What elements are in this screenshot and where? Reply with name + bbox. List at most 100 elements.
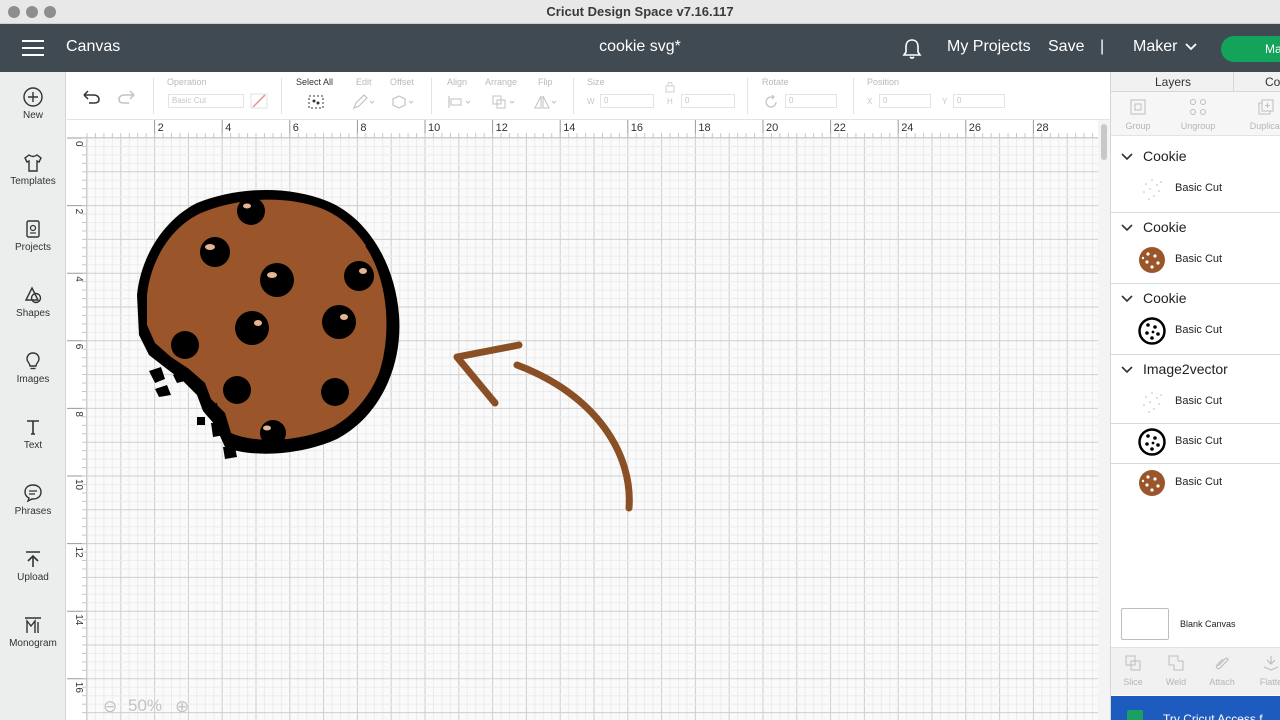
arrow-image[interactable] [447, 335, 647, 520]
layer-group-name: Image2vector [1143, 361, 1228, 377]
window-title-bar: Cricut Design Space v7.16.117 [0, 0, 1280, 24]
my-projects-link[interactable]: My Projects [947, 38, 1031, 56]
ruler-label: 8 [360, 122, 366, 134]
layer-group-cookie-3[interactable]: Cookie [1111, 284, 1280, 314]
operation-label: Operation [167, 77, 207, 87]
project-name: cookie svg* [599, 38, 681, 55]
sidebar-item-projects[interactable]: Projects [0, 208, 66, 268]
sidebar-item-phrases[interactable]: Phrases [0, 472, 66, 532]
operation-select[interactable]: Basic Cut [168, 94, 244, 108]
layer-operation: Basic Cut [1175, 253, 1223, 265]
edit-pencil-icon[interactable] [352, 94, 376, 110]
layer-row[interactable]: Basic Cut [1111, 382, 1280, 422]
cricut-access-banner[interactable]: Try Cricut Access f [1111, 696, 1280, 720]
layer-row[interactable]: Basic Cut [1111, 463, 1280, 503]
layer-row[interactable]: Basic Cut [1111, 311, 1280, 351]
notification-bell-icon[interactable] [902, 38, 922, 60]
sidebar-item-new[interactable]: New [0, 76, 66, 136]
undo-icon[interactable] [81, 87, 101, 105]
access-badge-icon [1127, 710, 1143, 720]
slice-icon [1125, 655, 1141, 671]
sidebar-item-monogram[interactable]: Monogram [0, 604, 66, 664]
rotate-icon[interactable] [763, 94, 779, 110]
sidebar-item-templates[interactable]: Templates [0, 142, 66, 202]
x-position-input[interactable]: 0 [879, 94, 931, 108]
blank-canvas-swatch[interactable] [1121, 608, 1169, 640]
zoom-in-icon[interactable]: ⊕ [175, 697, 189, 717]
vertical-ruler: 0 2 4 6 8 10 12 14 16 [67, 138, 87, 720]
sidebar-item-label: Monogram [9, 638, 57, 649]
scrollbar-thumb[interactable] [1101, 124, 1107, 160]
make-it-button[interactable]: Ma [1221, 36, 1280, 62]
tab-color-sync[interactable]: Co [1265, 75, 1280, 89]
canvas-scrollbar[interactable] [1098, 120, 1110, 720]
cookie-image[interactable] [127, 185, 407, 465]
paperclip-icon [1215, 657, 1229, 670]
zoom-level: 50% [128, 696, 163, 715]
ungroup-button[interactable]: Ungroup [1173, 98, 1223, 131]
layer-actions-bar: Slice Weld Attach Flatte [1111, 647, 1280, 695]
chevron-down-icon[interactable] [1184, 42, 1198, 52]
layer-thumbnail-cookie-outline [1138, 428, 1166, 456]
redo-icon[interactable] [117, 87, 137, 105]
ruler-label: 24 [901, 122, 913, 134]
layer-operation: Basic Cut [1175, 435, 1223, 447]
layer-row[interactable]: Basic Cut [1111, 422, 1280, 462]
sidebar-item-label: Images [16, 374, 50, 385]
select-all-group[interactable]: Select All [296, 77, 333, 87]
layer-row[interactable]: Basic Cut [1111, 169, 1280, 209]
layer-group-name: Cookie [1143, 219, 1187, 235]
align-icon[interactable] [447, 94, 473, 110]
ruler-label: 22 [834, 122, 846, 134]
weld-icon [1168, 655, 1184, 671]
duplicate-button[interactable]: Duplicat [1241, 98, 1280, 131]
duplicate-label: Duplicat [1249, 121, 1280, 131]
zoom-out-icon[interactable]: ⊖ [103, 697, 117, 717]
layer-row[interactable]: Basic Cut [1111, 240, 1280, 280]
y-position-input[interactable]: 0 [953, 94, 1005, 108]
slice-button[interactable]: Slice [1113, 654, 1153, 687]
chevron-down-icon[interactable] [1121, 223, 1133, 233]
machine-selector[interactable]: Maker [1133, 38, 1177, 56]
layer-group-cookie-2[interactable]: Cookie [1111, 213, 1280, 243]
ruler-label: 16 [631, 122, 643, 134]
arrange-icon[interactable] [491, 94, 517, 110]
rotate-input[interactable]: 0 [785, 94, 837, 108]
weld-button[interactable]: Weld [1156, 654, 1196, 687]
layer-group-cookie-1[interactable]: Cookie [1111, 142, 1280, 172]
ruler-label: 6 [293, 122, 299, 134]
ruler-label: 10 [428, 122, 440, 134]
offset-icon[interactable] [391, 94, 415, 110]
chevron-down-icon[interactable] [1121, 152, 1133, 162]
layer-operation: Basic Cut [1175, 476, 1223, 488]
chevron-down-icon[interactable] [1121, 365, 1133, 375]
height-input[interactable]: 0 [681, 94, 735, 108]
flip-icon[interactable] [533, 94, 559, 110]
sidebar-item-text[interactable]: Text [0, 406, 66, 466]
select-all-icon[interactable] [307, 94, 325, 110]
sidebar-item-upload[interactable]: Upload [0, 538, 66, 598]
ruler-label: 26 [969, 122, 981, 134]
window-title: Cricut Design Space v7.16.117 [546, 4, 734, 19]
offset-label: Offset [390, 77, 414, 87]
text-icon [27, 420, 39, 435]
width-input[interactable]: 0 [600, 94, 654, 108]
tab-layers[interactable]: Layers [1155, 75, 1191, 89]
sidebar-item-images[interactable]: Images [0, 340, 66, 400]
ungroup-label: Ungroup [1180, 121, 1216, 131]
flatten-button[interactable]: Flatte [1251, 654, 1280, 687]
layer-group-image2vector[interactable]: Image2vector [1111, 355, 1280, 385]
attach-button[interactable]: Attach [1202, 654, 1242, 687]
sidebar-item-shapes[interactable]: Shapes [0, 274, 66, 334]
design-canvas[interactable]: 2 4 6 8 10 12 14 16 18 20 22 24 26 28 0 2 4 6 8 10 12 14 16 [67, 120, 1098, 720]
sidebar-item-label: Text [23, 440, 43, 451]
layer-thumbnail-dots [1143, 392, 1162, 413]
chevron-down-icon[interactable] [1121, 294, 1133, 304]
layer-group-name: Cookie [1143, 148, 1187, 164]
save-button[interactable]: Save [1048, 38, 1084, 56]
linetype-color-icon[interactable] [250, 93, 268, 109]
ruler-label: 2 [158, 122, 164, 134]
group-button[interactable]: Group [1113, 98, 1163, 131]
lock-icon[interactable] [665, 81, 675, 93]
size-label: Size [587, 77, 605, 87]
